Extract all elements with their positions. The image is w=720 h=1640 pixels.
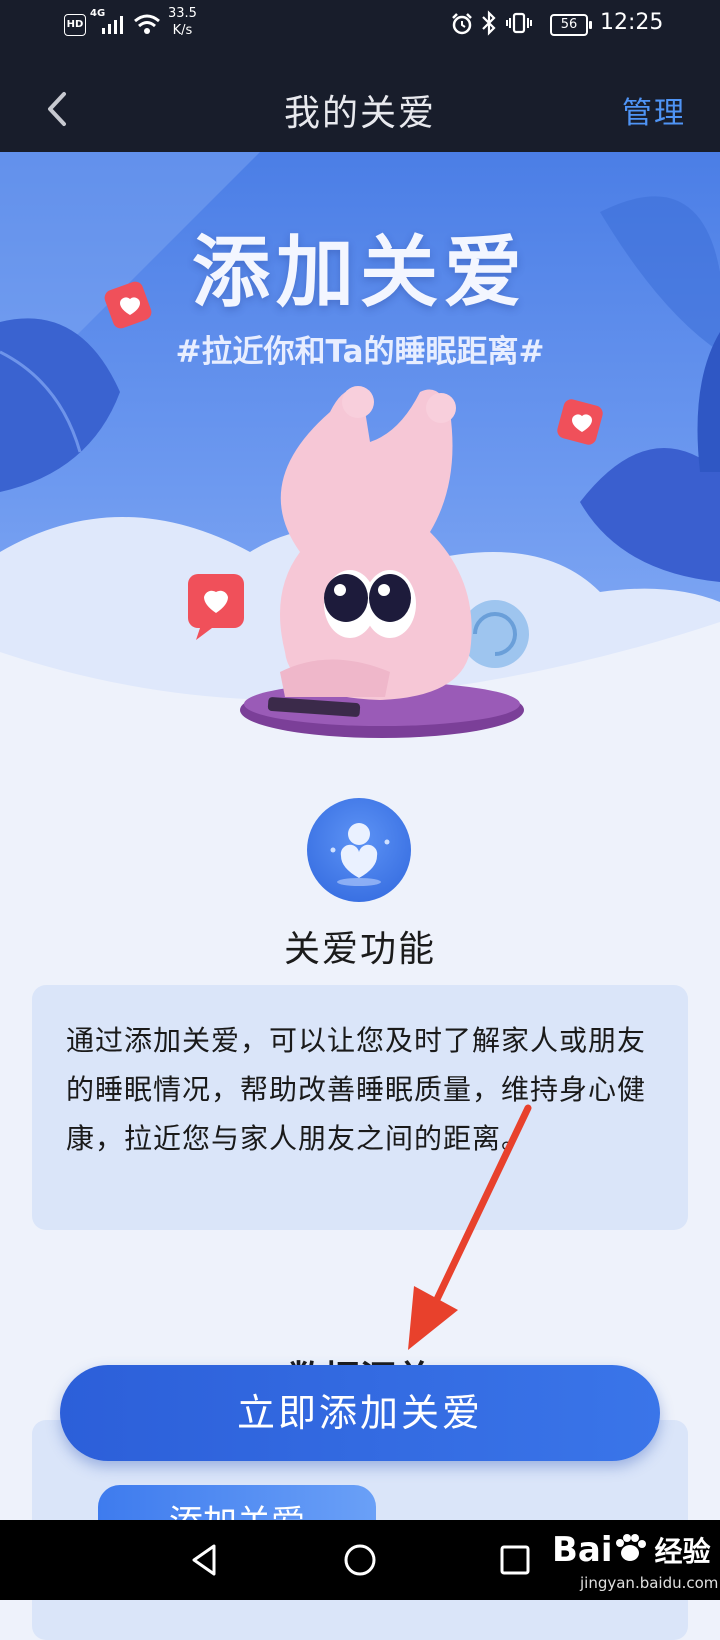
battery-icon: 56 xyxy=(550,14,592,36)
status-time: 12:25 xyxy=(600,10,664,35)
add-care-now-button[interactable]: 立即添加关爱 xyxy=(60,1365,660,1461)
mascot-illustration xyxy=(267,386,529,717)
watermark-brand: Bai xyxy=(552,1530,613,1570)
back-triangle-icon[interactable] xyxy=(186,1540,226,1580)
hd-icon: HD xyxy=(64,14,86,36)
vibrate-icon xyxy=(506,12,532,34)
net-speed: 33.5 K/s xyxy=(168,6,197,38)
baidu-watermark: Bai 经验 xyxy=(552,1530,711,1570)
hero-banner: 添加关爱 #拉近你和Ta的睡眠距离# xyxy=(0,152,720,772)
alarm-icon xyxy=(452,13,472,35)
feature-title: 关爱功能 xyxy=(283,929,436,970)
banner-subtitle: #拉近你和Ta的睡眠距离# xyxy=(175,334,545,370)
person-heart-icon xyxy=(307,798,411,902)
bluetooth-icon xyxy=(482,10,496,36)
heart-badge-icon xyxy=(557,399,603,445)
paw-icon xyxy=(615,1534,646,1561)
manage-button[interactable]: 管理 xyxy=(622,88,686,132)
feature-description: 通过添加关爱，可以让您及时了解家人或朋友的睡眠情况，帮助改善睡眠质量，维持身心健… xyxy=(66,1024,647,1155)
home-circle-icon[interactable] xyxy=(340,1540,380,1580)
watermark-brand-cn: 经验 xyxy=(654,1535,711,1568)
recents-square-icon[interactable] xyxy=(494,1540,534,1580)
annotation-arrow xyxy=(408,1104,532,1350)
banner-title: 添加关爱 xyxy=(191,228,528,318)
wifi-icon xyxy=(134,14,160,34)
watermark-url: jingyan.baidu.com xyxy=(580,1574,719,1592)
page-title: 我的关爱 xyxy=(283,93,436,134)
signal-icon xyxy=(102,16,123,34)
